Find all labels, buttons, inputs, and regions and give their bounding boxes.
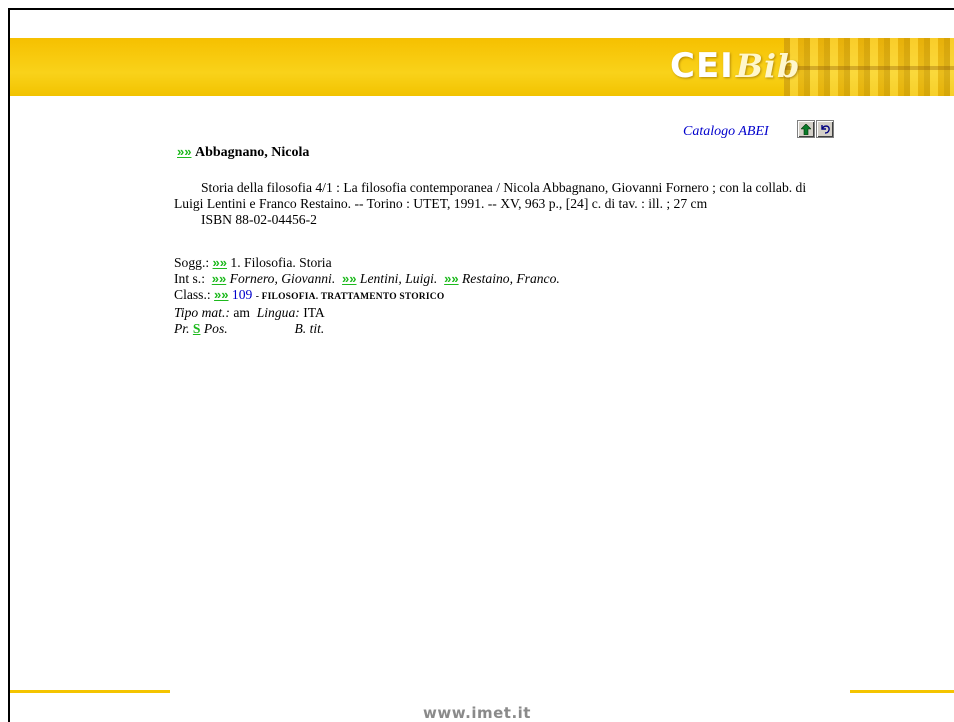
related-names-row: Int s.: »» Fornero, Giovanni. »» Lentini…: [174, 271, 774, 287]
related-name-link-2[interactable]: »»: [342, 271, 356, 286]
author-name: Abbagnano, Nicola: [194, 145, 310, 160]
btit-label: B. tit.: [294, 321, 325, 336]
ceibib-logo: CEI Bib: [670, 46, 800, 86]
related-name-3: Restaino, Franco.: [462, 271, 560, 286]
classification-label: Class.:: [174, 287, 211, 302]
pr-link[interactable]: S: [193, 321, 201, 336]
up-arrow-button[interactable]: [797, 120, 815, 138]
position-row: Pr. S Pos. B. tit.: [174, 321, 774, 337]
record-description-line2: Luigi Lentini e Franco Restaino. -- Tori…: [174, 196, 708, 211]
subject-link[interactable]: »»: [213, 255, 227, 270]
related-name-link-3[interactable]: »»: [444, 271, 458, 286]
language-value: ITA: [303, 305, 325, 320]
subject-row: Sogg.: »» 1. Filosofia. Storia: [174, 255, 774, 271]
language-label: Lingua:: [256, 305, 300, 320]
classification-description: - FILOSOFIA. TRATTAMENTO STORICO: [255, 292, 445, 302]
logo-main-text: CEI: [670, 46, 734, 86]
classification-number: 109: [231, 287, 253, 302]
pr-label: Pr.: [174, 321, 190, 336]
subject-label: Sogg.:: [174, 255, 210, 270]
footer-divider-left: [10, 690, 170, 693]
record-metadata: Sogg.: »» 1. Filosofia. Storia Int s.: »…: [174, 255, 774, 337]
record-isbn: ISBN 88-02-04456-2: [201, 212, 317, 227]
back-button[interactable]: [816, 120, 834, 138]
header-banner: CEI Bib: [10, 38, 954, 96]
related-names-label: Int s.:: [174, 271, 205, 286]
related-name-1: Fornero, Giovanni.: [229, 271, 336, 286]
arrow-up-icon: [801, 123, 811, 135]
logo-sub-text: Bib: [735, 47, 801, 85]
pos-label: Pos.: [203, 321, 228, 336]
material-language-row: Tipo mat.: am Lingua: ITA: [174, 305, 774, 321]
footer-divider-right: [850, 690, 954, 693]
record-description-line1: Storia della filosofia 4/1 : La filosofi…: [201, 180, 807, 195]
subject-value: 1. Filosofia. Storia: [230, 255, 332, 270]
bibliographic-record: Storia della filosofia 4/1 : La filosofi…: [174, 180, 824, 228]
classification-link[interactable]: »»: [214, 287, 228, 302]
related-name-link-1[interactable]: »»: [212, 271, 226, 286]
bookshelf-image: [784, 38, 954, 96]
author-link[interactable]: »»: [177, 144, 191, 159]
material-type-label: Tipo mat.:: [174, 305, 230, 320]
footer-url: www.imet.it: [423, 704, 531, 722]
classification-row: Class.: »» 109 - FILOSOFIA. TRATTAMENTO …: [174, 287, 774, 305]
material-type-value: am: [233, 305, 250, 320]
related-name-2: Lentini, Luigi.: [359, 271, 438, 286]
slide-frame: [8, 8, 954, 722]
catalog-abei-link[interactable]: Catalogo ABEI: [683, 124, 769, 140]
undo-arrow-icon: [820, 125, 830, 134]
author-heading: »» Abbagnano, Nicola: [177, 144, 309, 161]
